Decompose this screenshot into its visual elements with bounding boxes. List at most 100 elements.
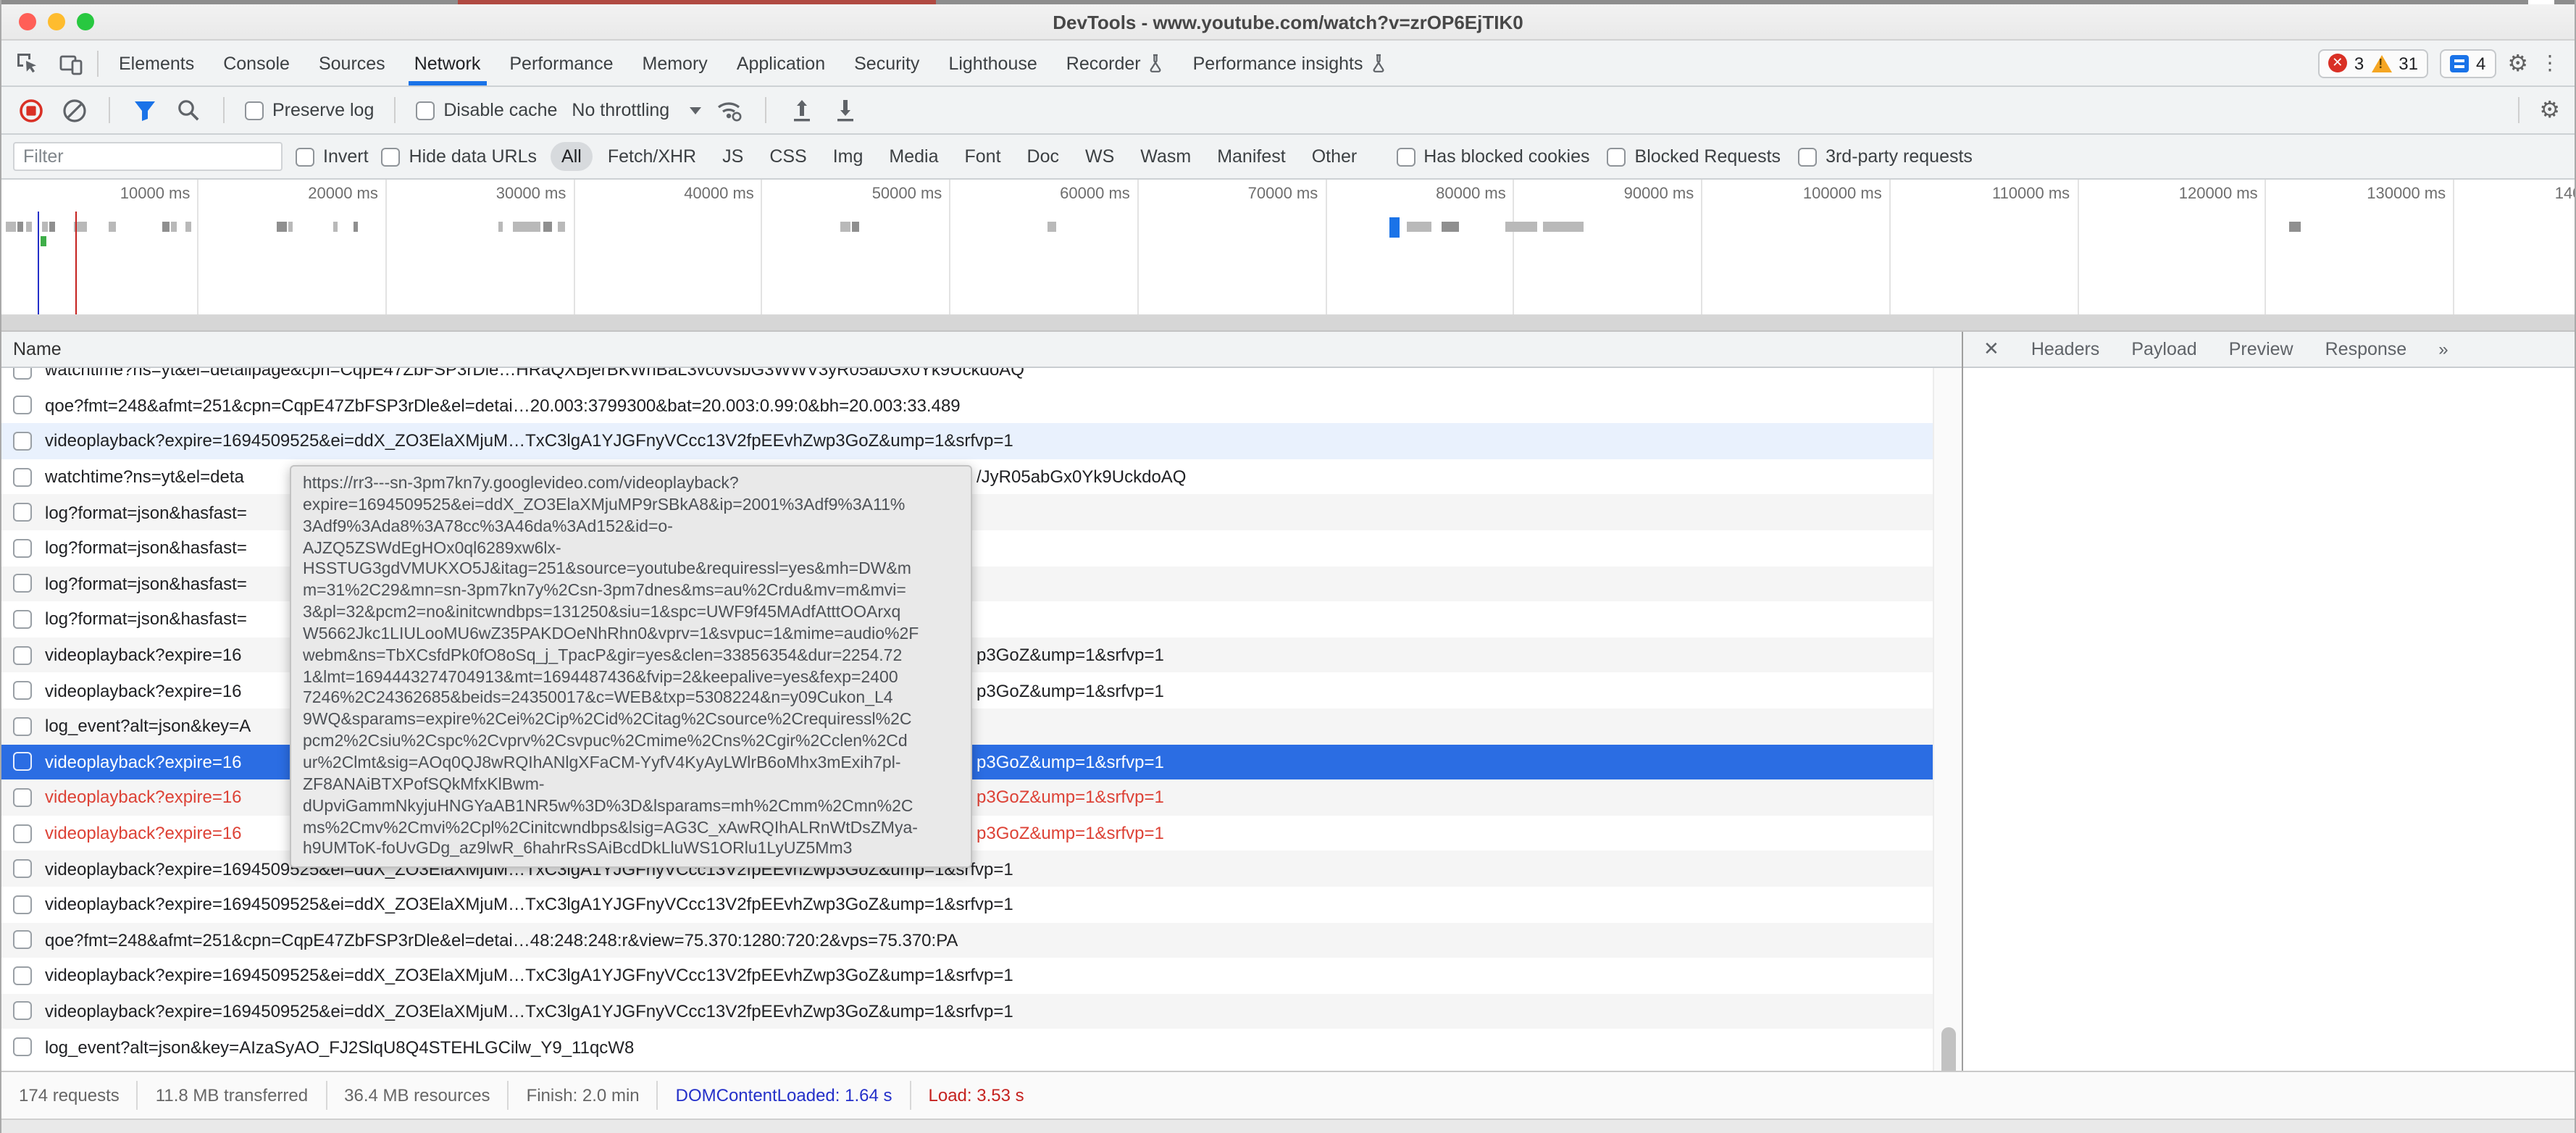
name-column-header[interactable]: Name: [1, 332, 1962, 368]
resource-type-chip[interactable]: Font: [953, 142, 1013, 171]
request-checkbox[interactable]: [13, 931, 32, 950]
inspect-element-icon[interactable]: [13, 49, 42, 78]
panel-tab[interactable]: Performance insights: [1179, 41, 1401, 85]
panel-tab[interactable]: Console: [209, 41, 304, 85]
search-icon[interactable]: [174, 96, 203, 125]
request-checkbox[interactable]: [13, 753, 32, 772]
resource-type-chip[interactable]: CSS: [758, 142, 818, 171]
request-row[interactable]: videoplayback?expire=1694509525&ei=ddX_Z…: [1, 887, 1933, 922]
overview-activity-bar: [42, 222, 48, 232]
close-icon[interactable]: ✕: [1983, 338, 1999, 361]
extra-filter-checkbox[interactable]: 3rd-party requests: [1798, 146, 1973, 167]
network-settings-gear-icon[interactable]: ⚙: [2539, 96, 2560, 125]
issues-badge[interactable]: 4: [2440, 49, 2496, 78]
panel-tab[interactable]: Performance: [495, 41, 627, 85]
panel-tab[interactable]: Network: [400, 41, 495, 85]
request-row[interactable]: qoe?fmt=248&afmt=251&cpn=CqpE47ZbFSP3rDl…: [1, 388, 1933, 423]
import-har-icon[interactable]: [787, 96, 816, 125]
resource-type-chip[interactable]: Doc: [1016, 142, 1071, 171]
request-checkbox[interactable]: [13, 1037, 32, 1056]
overview-activity-bar: [558, 222, 565, 232]
panel-tab[interactable]: Recorder: [1052, 41, 1179, 85]
overview-activity-bar: [6, 222, 16, 232]
panel-tab[interactable]: Security: [840, 41, 934, 85]
network-overview-timeline[interactable]: 10000 ms20000 ms30000 ms40000 ms50000 ms…: [1, 180, 2575, 316]
request-checkbox[interactable]: [13, 895, 32, 913]
request-row[interactable]: videoplayback?expire=1694509525&ei=ddX_Z…: [1, 423, 1933, 459]
settings-gear-icon[interactable]: ⚙: [2507, 49, 2528, 78]
request-checkbox[interactable]: [13, 681, 32, 700]
resource-type-chip[interactable]: Wasm: [1129, 142, 1203, 171]
request-checkbox[interactable]: [13, 539, 32, 558]
throttling-select[interactable]: No throttling: [572, 100, 701, 120]
more-options-kebab-icon[interactable]: ⋮: [2540, 51, 2560, 75]
preserve-log-checkbox[interactable]: Preserve log: [245, 100, 374, 120]
details-tab[interactable]: Payload: [2131, 339, 2196, 359]
overview-grid-divider: [1, 316, 2575, 332]
hide-data-urls-checkbox[interactable]: Hide data URLs: [382, 146, 538, 167]
panel-tab[interactable]: Application: [722, 41, 840, 85]
panel-tab-label: Performance: [509, 53, 613, 73]
resource-type-chip[interactable]: WS: [1074, 142, 1126, 171]
invert-checkbox[interactable]: Invert: [296, 146, 369, 167]
vertical-scrollbar[interactable]: [1933, 368, 1962, 1071]
panel-tab[interactable]: Sources: [304, 41, 400, 85]
resource-type-chip[interactable]: All: [550, 142, 593, 171]
request-row[interactable]: qoe?fmt=248&afmt=251&cpn=CqpE47ZbFSP3rDl…: [1, 922, 1933, 958]
request-checkbox[interactable]: [13, 432, 32, 451]
errors-warnings-badge[interactable]: ✕ 3 31: [2318, 49, 2428, 78]
error-icon: ✕: [2328, 54, 2347, 72]
filter-funnel-icon[interactable]: [130, 96, 159, 125]
checkbox-box[interactable]: [296, 147, 314, 166]
timeline-tick-label: 140000 ms: [2555, 185, 2575, 203]
resource-type-chip[interactable]: Img: [821, 142, 875, 171]
resource-type-chip[interactable]: Fetch/XHR: [596, 142, 708, 171]
resource-type-chip[interactable]: Manifest: [1205, 142, 1297, 171]
request-checkbox[interactable]: [13, 503, 32, 522]
request-checkbox[interactable]: [13, 859, 32, 878]
panel-tab[interactable]: Memory: [628, 41, 722, 85]
request-row[interactable]: videoplayback?expire=1694509525&ei=ddX_Z…: [1, 993, 1933, 1029]
request-row[interactable]: videoplayback?expire=1694509525&ei=ddX_Z…: [1, 958, 1933, 993]
resource-type-chip[interactable]: Other: [1300, 142, 1369, 171]
request-checkbox[interactable]: [13, 396, 32, 415]
disable-cache-checkbox[interactable]: Disable cache: [416, 100, 557, 120]
network-conditions-wifi-icon[interactable]: [716, 96, 745, 125]
request-checkbox[interactable]: [13, 574, 32, 593]
extra-filter-checkbox[interactable]: Has blocked cookies: [1396, 146, 1589, 167]
checkbox-box[interactable]: [382, 147, 401, 166]
clear-network-log-button[interactable]: [59, 96, 88, 125]
request-checkbox[interactable]: [13, 467, 32, 486]
throttling-value: No throttling: [572, 100, 669, 120]
request-row[interactable]: watchtime?ns=yt&el=detailpage&cpn=CqpE47…: [1, 368, 1933, 388]
resource-type-chip[interactable]: Media: [877, 142, 950, 171]
scrollbar-thumb[interactable]: [1941, 1027, 1956, 1071]
export-har-icon[interactable]: [830, 96, 859, 125]
checkbox-box[interactable]: [416, 101, 435, 120]
filter-input[interactable]: [13, 142, 283, 171]
request-checkbox[interactable]: [13, 1002, 32, 1021]
details-tab[interactable]: Preview: [2229, 339, 2293, 359]
request-checkbox[interactable]: [13, 824, 32, 843]
request-checkbox[interactable]: [13, 966, 32, 985]
request-checkbox[interactable]: [13, 610, 32, 629]
extra-filter-checkbox[interactable]: Blocked Requests: [1607, 146, 1781, 167]
resource-type-chip[interactable]: JS: [711, 142, 755, 171]
message-count: 4: [2476, 53, 2485, 73]
checkbox-box[interactable]: [245, 101, 264, 120]
device-toolbar-icon[interactable]: [57, 49, 85, 78]
request-checkbox[interactable]: [13, 645, 32, 664]
record-network-log-button[interactable]: [16, 96, 45, 125]
request-row[interactable]: log_event?alt=json&key=AIzaSyAO_FJ2SlqU8…: [1, 1029, 1933, 1065]
panel-tab[interactable]: Elements: [104, 41, 209, 85]
request-checkbox[interactable]: [13, 368, 32, 380]
panel-tab[interactable]: Lighthouse: [934, 41, 1051, 85]
request-checkbox[interactable]: [13, 716, 32, 735]
checkbox-box[interactable]: [1396, 147, 1415, 166]
checkbox-box[interactable]: [1798, 147, 1817, 166]
details-tab[interactable]: Response: [2325, 339, 2407, 359]
details-tab[interactable]: Headers: [2031, 339, 2100, 359]
checkbox-box[interactable]: [1607, 147, 1626, 166]
request-checkbox[interactable]: [13, 788, 32, 807]
more-tabs-chevron-icon[interactable]: »: [2438, 339, 2449, 359]
